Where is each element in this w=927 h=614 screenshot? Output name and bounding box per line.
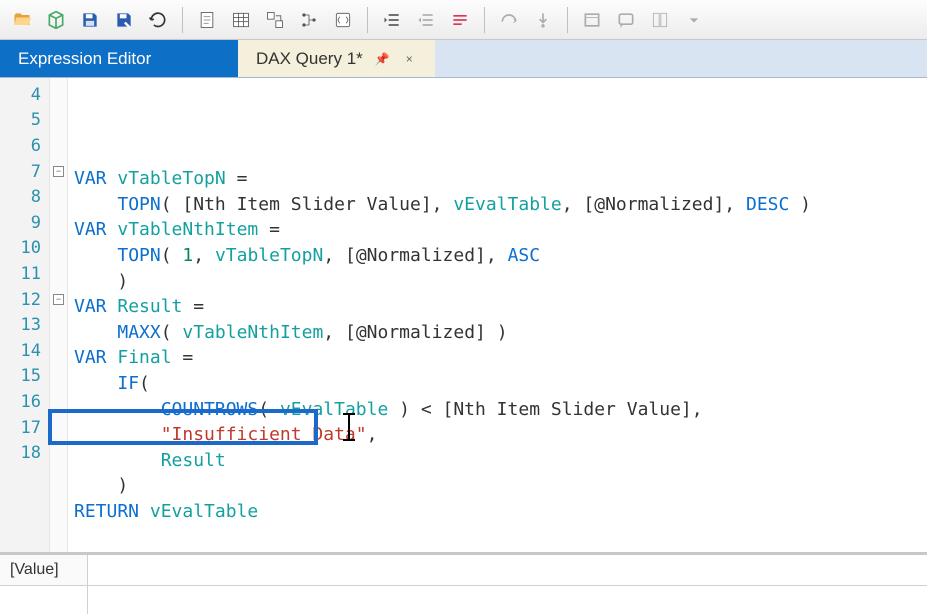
line-number: 6 — [0, 133, 49, 159]
save-as-icon[interactable] — [108, 4, 140, 36]
outdent-icon[interactable] — [410, 4, 442, 36]
step-into-icon[interactable] — [527, 4, 559, 36]
fold-marker[interactable] — [50, 133, 67, 159]
code-line[interactable]: Result — [74, 448, 927, 474]
folder-open-icon[interactable] — [6, 4, 38, 36]
tab-expression-label: Expression Editor — [18, 49, 151, 69]
refresh-icon[interactable] — [142, 4, 174, 36]
tab-bar: Expression Editor DAX Query 1* 📌 × — [0, 40, 927, 78]
code-line[interactable]: VAR Final = — [74, 345, 927, 371]
pin-icon[interactable]: 📌 — [371, 50, 394, 68]
close-icon[interactable]: × — [402, 50, 417, 68]
fold-marker[interactable] — [50, 312, 67, 338]
tab-dax-query[interactable]: DAX Query 1* 📌 × — [238, 40, 435, 77]
separator — [567, 7, 568, 33]
toolbar — [0, 0, 927, 40]
code-line[interactable]: COUNTROWS( vEvalTable ) < [Nth Item Slid… — [74, 396, 927, 422]
dropdown-icon[interactable] — [678, 4, 710, 36]
fold-marker[interactable] — [50, 440, 67, 466]
cube-icon[interactable] — [40, 4, 72, 36]
line-number: 7 — [0, 159, 49, 185]
code-editor[interactable]: 456789101112131415161718 −− VAR vTableTo… — [0, 78, 927, 554]
separator — [367, 7, 368, 33]
separator — [182, 7, 183, 33]
layout-icon[interactable] — [644, 4, 676, 36]
fold-marker[interactable] — [50, 184, 67, 210]
message-icon[interactable] — [610, 4, 642, 36]
code-line[interactable] — [74, 524, 927, 550]
pivot-icon[interactable] — [259, 4, 291, 36]
code-line[interactable]: "Insufficient Data", — [74, 422, 927, 448]
line-number: 11 — [0, 261, 49, 287]
line-number: 17 — [0, 415, 49, 441]
code-line[interactable]: MAXX( vTableNthItem, [@Normalized] ) — [74, 320, 927, 346]
fold-marker[interactable] — [50, 261, 67, 287]
results-grid: [Value] — [0, 554, 927, 614]
window-icon[interactable] — [576, 4, 608, 36]
line-number: 12 — [0, 287, 49, 313]
fold-gutter: −− — [50, 78, 68, 552]
line-number-gutter: 456789101112131415161718 — [0, 78, 50, 552]
fold-marker[interactable] — [50, 338, 67, 364]
results-header: [Value] — [0, 555, 927, 586]
code-line[interactable]: VAR vTableNthItem = — [74, 217, 927, 243]
page-icon[interactable] — [191, 4, 223, 36]
line-number: 18 — [0, 440, 49, 466]
fold-marker[interactable] — [50, 364, 67, 390]
code-line[interactable]: ) — [74, 268, 927, 294]
fold-marker[interactable] — [50, 210, 67, 236]
script-icon[interactable] — [327, 4, 359, 36]
line-number: 14 — [0, 338, 49, 364]
line-number: 5 — [0, 108, 49, 134]
fold-marker[interactable] — [50, 236, 67, 262]
code-line[interactable]: TOPN( 1, vTableTopN, [@Normalized], ASC — [74, 243, 927, 269]
line-number: 4 — [0, 82, 49, 108]
line-number: 8 — [0, 184, 49, 210]
line-number: 9 — [0, 210, 49, 236]
line-number: 13 — [0, 312, 49, 338]
code-line[interactable]: VAR Result = — [74, 294, 927, 320]
separator — [484, 7, 485, 33]
save-icon[interactable] — [74, 4, 106, 36]
code-line[interactable]: VAR vTableTopN = — [74, 166, 927, 192]
fold-marker[interactable] — [50, 415, 67, 441]
tab-query-label: DAX Query 1* — [256, 49, 363, 69]
tree-icon[interactable] — [293, 4, 325, 36]
line-number: 15 — [0, 364, 49, 390]
text-caret — [348, 414, 350, 440]
fold-marker[interactable] — [50, 389, 67, 415]
indent-icon[interactable] — [376, 4, 408, 36]
code-area[interactable]: VAR vTableTopN = TOPN( [Nth Item Slider … — [68, 78, 927, 552]
results-body — [0, 586, 927, 614]
code-line[interactable]: IF( — [74, 371, 927, 397]
line-number: 16 — [0, 389, 49, 415]
code-line[interactable]: ) — [74, 473, 927, 499]
results-column-header[interactable]: [Value] — [0, 555, 88, 585]
table-icon[interactable] — [225, 4, 257, 36]
fold-marker[interactable] — [50, 82, 67, 108]
code-line[interactable]: TOPN( [Nth Item Slider Value], vEvalTabl… — [74, 192, 927, 218]
results-cell[interactable] — [0, 586, 88, 614]
code-line[interactable]: RETURN vEvalTable — [74, 499, 927, 525]
fold-marker[interactable]: − — [50, 287, 67, 313]
line-number: 10 — [0, 236, 49, 262]
comment-icon[interactable] — [444, 4, 476, 36]
fold-marker[interactable] — [50, 108, 67, 134]
step-over-icon[interactable] — [493, 4, 525, 36]
tab-expression-editor[interactable]: Expression Editor — [0, 40, 238, 77]
fold-marker[interactable]: − — [50, 159, 67, 185]
